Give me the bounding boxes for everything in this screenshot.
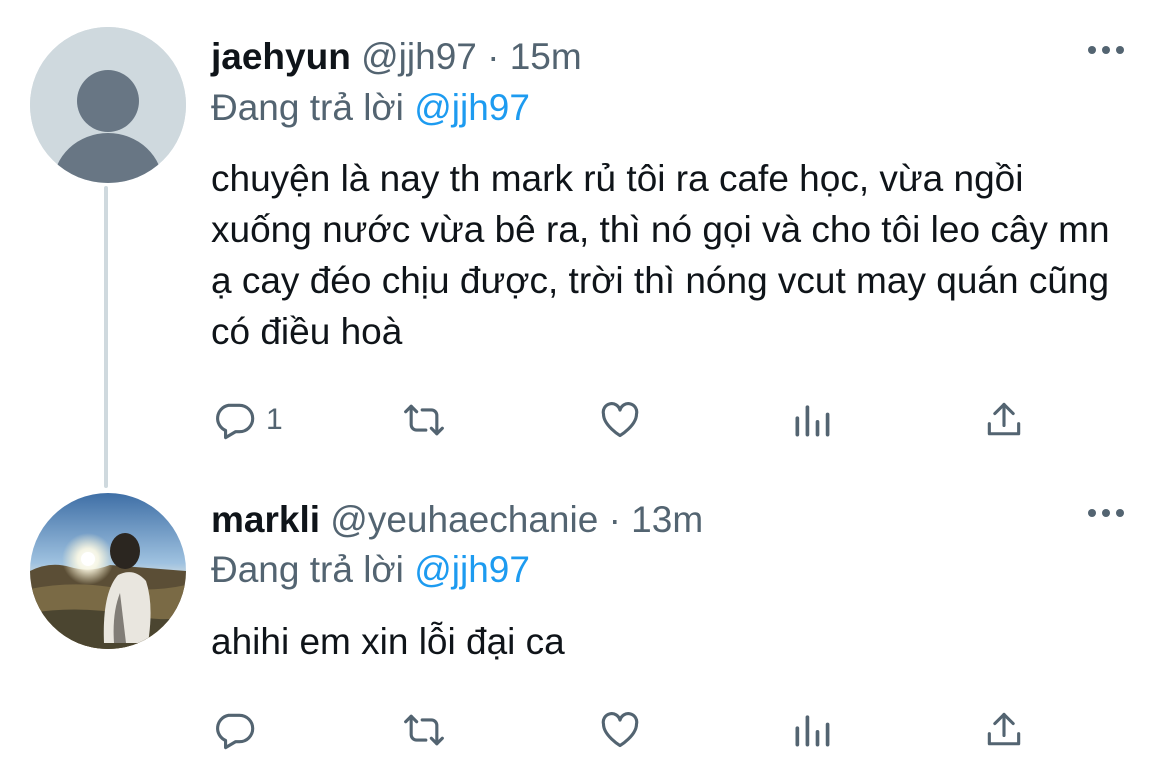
- tweet-header: jaehyun @jjh97 · 15m: [211, 35, 1090, 79]
- stats-icon: [795, 405, 830, 437]
- reply-button[interactable]: 1: [212, 398, 283, 442]
- like-icon: [601, 402, 639, 438]
- reply-icon: [216, 403, 255, 440]
- like-button[interactable]: [598, 708, 642, 752]
- tweet-text: chuyện là nay th mark rủ tôi ra cafe học…: [211, 158, 1110, 352]
- user-handle[interactable]: @yeuhaechanie: [330, 499, 598, 540]
- tweet[interactable]: jaehyun @jjh97 · 15m Đang trả lời @jjh97…: [0, 0, 1170, 490]
- tweet-header: markli @yeuhaechanie · 13m: [211, 498, 1090, 542]
- like-button[interactable]: [598, 398, 642, 442]
- display-name[interactable]: jaehyun: [211, 36, 351, 77]
- share-icon: [987, 402, 1021, 436]
- timestamp[interactable]: 15m: [510, 36, 582, 77]
- separator-dot: ·: [487, 36, 500, 77]
- stats-button[interactable]: [790, 708, 834, 752]
- retweet-icon: [404, 404, 444, 436]
- retweet-button[interactable]: [402, 708, 446, 752]
- avatar[interactable]: [30, 27, 186, 183]
- user-handle[interactable]: @jjh97: [361, 36, 477, 77]
- avatar[interactable]: [30, 493, 186, 649]
- tweet-actions: [212, 708, 1042, 752]
- replying-to: Đang trả lời @jjh97: [211, 86, 530, 130]
- mention-link[interactable]: @jjh97: [414, 549, 530, 590]
- share-button[interactable]: [982, 398, 1026, 442]
- display-name[interactable]: markli: [211, 499, 320, 540]
- separator-dot: ·: [608, 499, 621, 540]
- replying-to-label: Đang trả lời: [211, 549, 404, 590]
- tweet-actions: 1: [212, 398, 1042, 442]
- reply-count: 1: [266, 403, 283, 436]
- replying-to-label: Đang trả lời: [211, 87, 404, 128]
- stats-button[interactable]: [790, 398, 834, 442]
- reply-icon: [216, 713, 255, 750]
- share-button[interactable]: [982, 708, 1026, 752]
- reply-button[interactable]: [212, 708, 266, 752]
- retweet-button[interactable]: [402, 398, 446, 442]
- tweet[interactable]: markli @yeuhaechanie · 13m Đang trả lời …: [0, 490, 1170, 773]
- mention-link[interactable]: @jjh97: [414, 87, 530, 128]
- more-icon[interactable]: [1086, 503, 1126, 523]
- timestamp[interactable]: 13m: [631, 499, 703, 540]
- tweet-text: ahihi em xin lỗi đại ca: [211, 621, 565, 662]
- retweet-icon: [404, 714, 444, 746]
- like-icon: [601, 712, 639, 748]
- share-icon: [987, 712, 1021, 746]
- stats-icon: [795, 715, 830, 747]
- more-icon[interactable]: [1086, 40, 1126, 60]
- replying-to: Đang trả lời @jjh97: [211, 548, 530, 592]
